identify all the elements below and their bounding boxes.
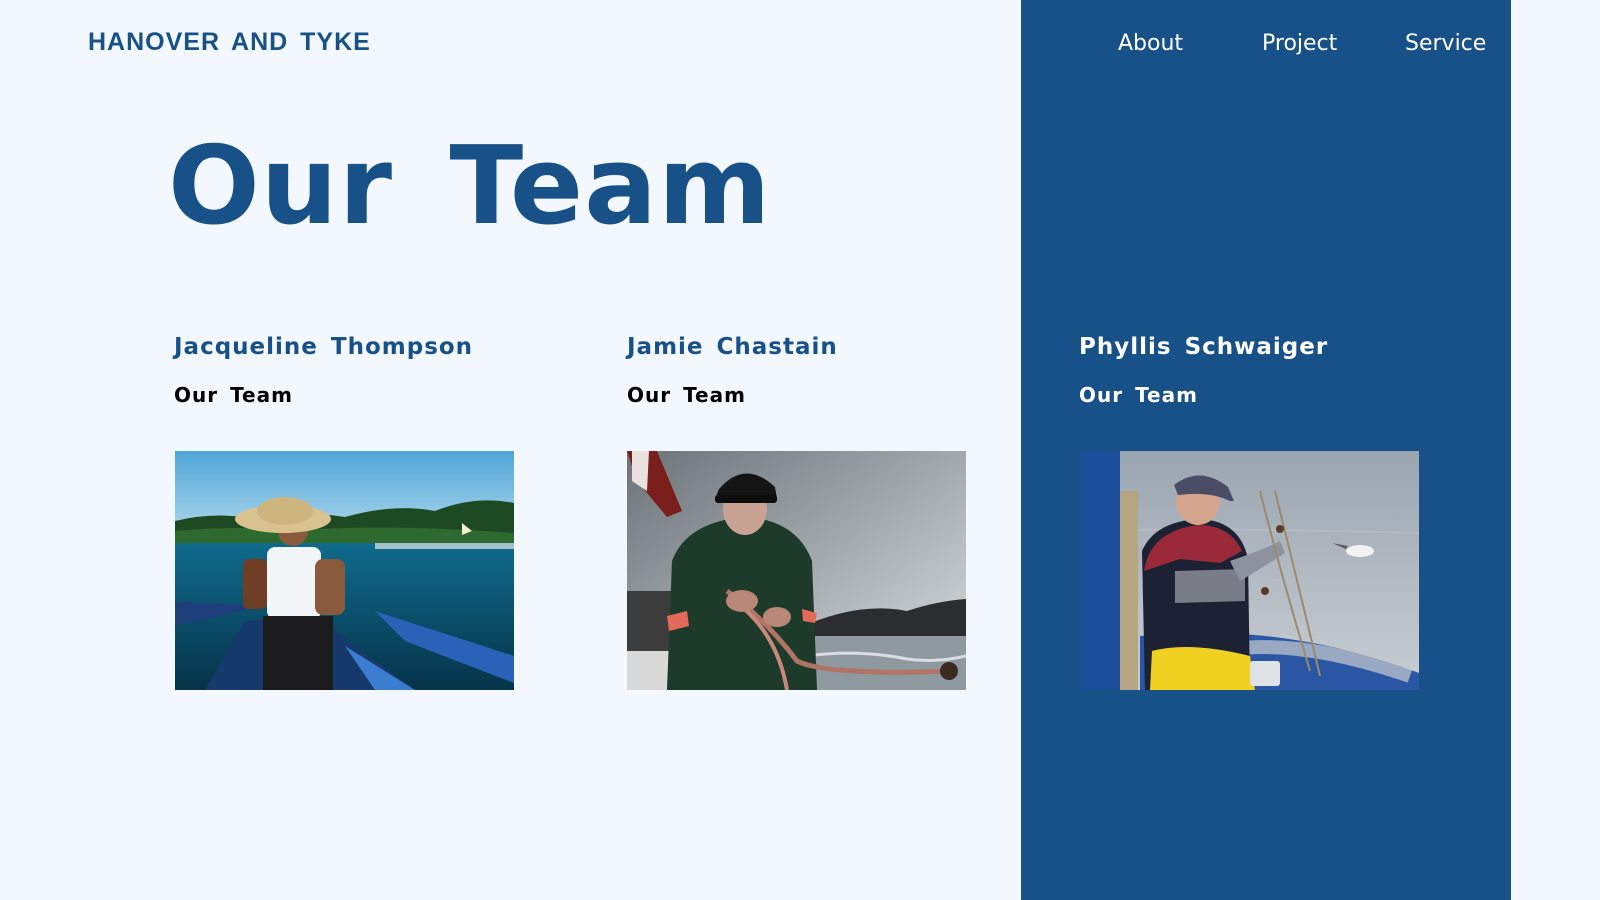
- main-nav: About Project Service: [0, 31, 1600, 67]
- nav-link-project[interactable]: Project: [1262, 31, 1337, 56]
- member-name: Jamie Chastain: [627, 334, 838, 360]
- member-name: Jacqueline Thompson: [174, 334, 474, 360]
- nav-link-about[interactable]: About: [1118, 31, 1183, 56]
- page-title: Our Team: [168, 124, 772, 249]
- member-photo-boatman: [175, 451, 514, 690]
- member-role: Our Team: [174, 383, 293, 407]
- member-role: Our Team: [627, 383, 746, 407]
- nav-link-service[interactable]: Service: [1405, 31, 1486, 56]
- team-member-card: Phyllis Schwaiger Our Team: [1079, 334, 1419, 407]
- team-member-card: Jacqueline Thompson Our Team: [174, 334, 514, 407]
- member-photo-net-mender: [1080, 451, 1419, 690]
- member-name: Phyllis Schwaiger: [1079, 334, 1329, 360]
- page: HANOVER AND TYKE About Project Service O…: [0, 0, 1600, 900]
- member-photo-fisherman: [627, 451, 966, 690]
- member-role: Our Team: [1079, 383, 1198, 407]
- accent-panel: [1021, 0, 1511, 900]
- team-member-card: Jamie Chastain Our Team: [627, 334, 967, 407]
